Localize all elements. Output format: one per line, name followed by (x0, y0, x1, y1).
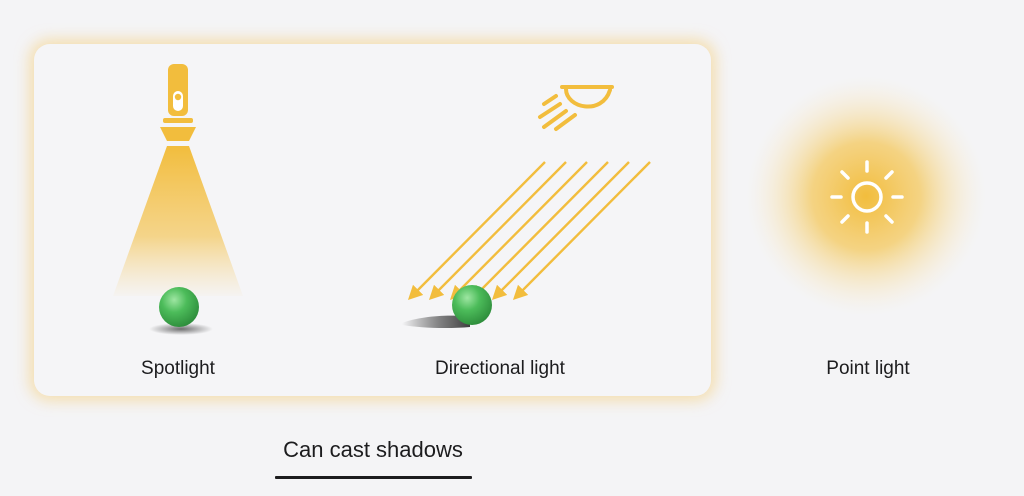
point-light-illustration (746, 76, 986, 316)
caption-underline (275, 476, 472, 479)
spotlight-label: Spotlight (141, 358, 215, 379)
spotlight-cone (113, 146, 243, 296)
directional-light-label: Directional light (435, 358, 565, 379)
light-ray (407, 161, 546, 301)
lighting-diagram (113, 64, 986, 335)
spotlight-sphere (159, 287, 199, 327)
light-rays (407, 161, 651, 301)
spotlight-illustration (113, 64, 243, 335)
flashlight-icon (160, 64, 196, 141)
shadow-caption: Can cast shadows (283, 437, 463, 462)
wall-light-icon (538, 85, 614, 131)
light-ray (470, 161, 609, 301)
light-ray (449, 161, 588, 301)
point-light-glow (746, 76, 986, 316)
light-ray (512, 161, 651, 301)
directional-sphere (452, 285, 492, 325)
directional-illustration (402, 85, 651, 329)
point-light-label: Point light (826, 358, 910, 379)
light-ray (491, 161, 630, 301)
light-ray (428, 161, 567, 301)
